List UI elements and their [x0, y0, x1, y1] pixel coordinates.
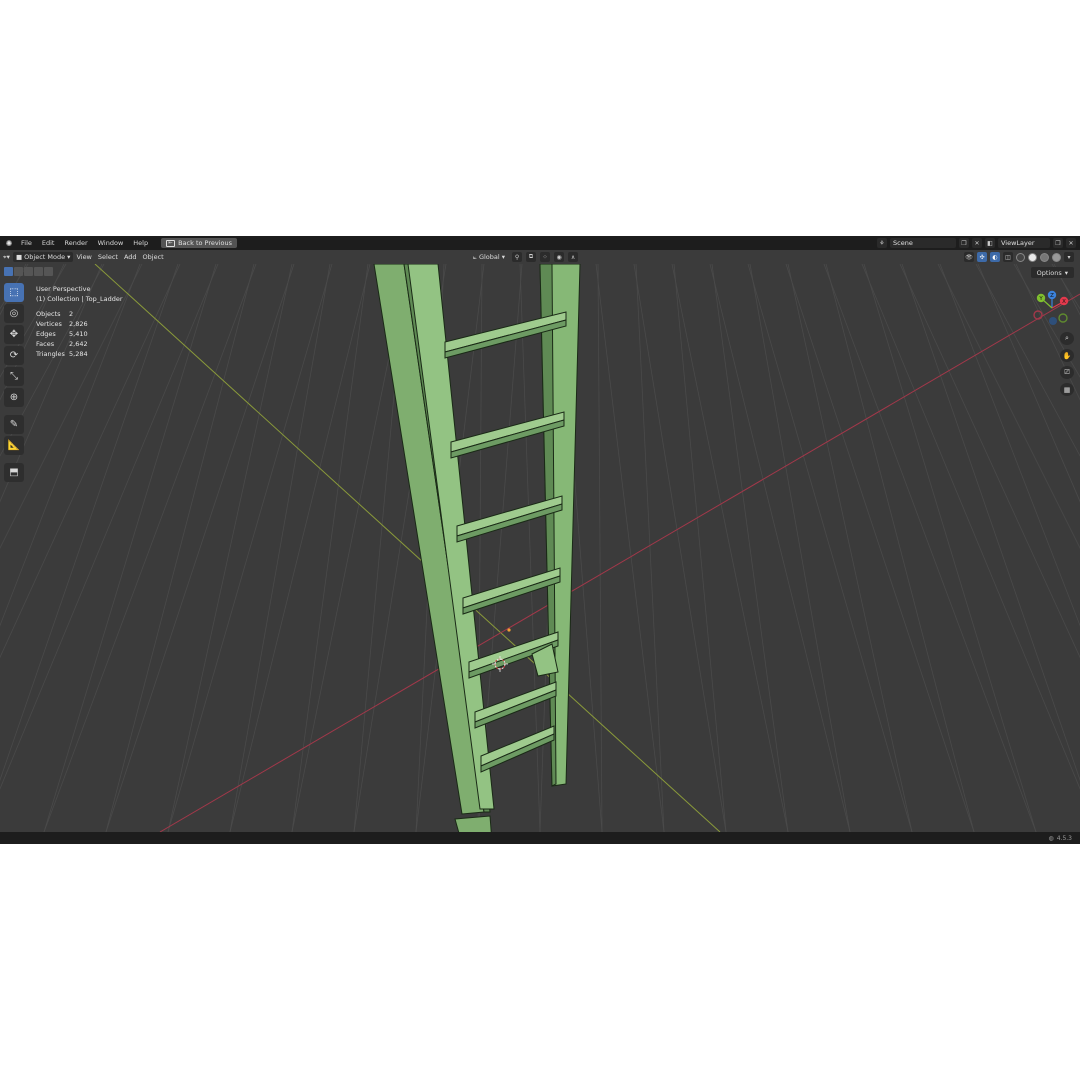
tool-shelf: ⬚ ◎ ✥ ⟳ ⤡ ⊕ ✎ 📐 ⬒	[4, 283, 26, 482]
gizmo-x-label: X	[1062, 299, 1066, 305]
scene-browse-icon[interactable]: ⚘	[877, 238, 887, 248]
zoom-icon[interactable]: ⌕	[1060, 332, 1074, 345]
delete-scene-icon[interactable]: ✕	[972, 238, 982, 248]
select-new-icon[interactable]	[4, 267, 13, 276]
perspective-toggle-icon[interactable]: ▦	[1060, 383, 1074, 396]
chevron-down-icon: ▾	[65, 253, 71, 261]
visibility-icon[interactable]: 👁	[964, 252, 974, 262]
rotate-tool-icon[interactable]: ⟳	[4, 346, 24, 365]
rendered-shading-icon[interactable]	[1052, 252, 1061, 262]
stat-edges: Edges 5,410	[36, 330, 88, 338]
top-menu-bar: ✺ File Edit Render Window Help ⇤ Back to…	[0, 236, 1080, 250]
falloff-icon[interactable]: ∧	[568, 252, 579, 262]
menu-add[interactable]: Add	[121, 252, 140, 262]
menu-select[interactable]: Select	[95, 252, 121, 262]
select-subtract-icon[interactable]	[24, 267, 33, 276]
object-origin-icon	[507, 628, 511, 632]
scene-name-field[interactable]: Scene	[890, 238, 956, 248]
viewport-3d[interactable]	[0, 264, 1080, 832]
gizmo-neg-y-icon[interactable]	[1058, 313, 1068, 323]
xray-toggle-icon[interactable]: ◫	[1003, 252, 1013, 262]
blender-window: ✺ File Edit Render Window Help ⇤ Back to…	[0, 236, 1080, 844]
scene-statistics: Objects 2 Vertices 2,826 Edges 5,410 Faces 2…	[36, 309, 123, 359]
select-invert-icon[interactable]	[34, 267, 43, 276]
orientation-label: Global	[478, 253, 500, 261]
move-tool-icon[interactable]: ✥	[4, 325, 24, 344]
menu-edit[interactable]: Edit	[37, 239, 60, 247]
new-view-layer-icon[interactable]: ❐	[1053, 238, 1063, 248]
ladder-foot	[454, 815, 492, 832]
gizmo-neg-z-icon[interactable]	[1049, 317, 1057, 325]
editor-type-icon[interactable]: ⌖▾	[0, 252, 13, 262]
pan-hand-icon[interactable]: ✋	[1060, 349, 1074, 362]
select-mode-buttons	[4, 267, 53, 276]
gizmo-z-label: Z	[1050, 293, 1054, 299]
screen-back-icon: ⇤	[166, 239, 176, 247]
transform-controls: ⟀ Global ▾ ⚲ ⧉ ⁘ ◉ ∧	[470, 252, 579, 262]
scene-controls: ⚘ Scene ❐ ✕ ◧ ViewLayer ❐ ✕	[877, 238, 1076, 248]
add-cube-tool-icon[interactable]: ⬒	[4, 463, 24, 482]
viewport-background	[0, 264, 1080, 832]
viewport-header: ⌖▾ ■ Object Mode ▾ View Select Add Objec…	[0, 250, 1080, 264]
status-bar: ◍ 4.5.3	[0, 832, 1080, 844]
proportional-edit-icon[interactable]: ◉	[554, 252, 565, 262]
stat-vertices: Vertices 2,826	[36, 320, 88, 328]
navigation-gizmo[interactable]: Z X Y	[1032, 288, 1070, 328]
view-layer-browse-icon[interactable]: ◧	[985, 238, 995, 248]
gizmo-toggle-icon[interactable]: ✣	[977, 252, 987, 262]
chevron-down-icon: ▾	[1064, 268, 1068, 277]
version-info: ◍ 4.5.3	[1048, 835, 1072, 842]
camera-view-icon[interactable]: ⎚	[1060, 366, 1074, 379]
stat-triangles: Triangles 5,284	[36, 350, 88, 358]
menu-window[interactable]: Window	[93, 239, 129, 247]
viewport-display-controls: 👁 ✣ ◐ ◫ ▾	[964, 252, 1074, 262]
perspective-label: User Perspective	[36, 285, 91, 293]
gizmo-y-label: Y	[1038, 296, 1043, 302]
transform-tool-icon[interactable]: ⊕	[4, 388, 24, 407]
object-mode-dropdown[interactable]: ■ Object Mode ▾	[12, 252, 74, 262]
scale-tool-icon[interactable]: ⤡	[4, 367, 24, 386]
back-to-previous-button[interactable]: ⇤ Back to Previous	[161, 238, 238, 248]
object-mode-label: Object Mode	[24, 253, 66, 261]
back-to-previous-label: Back to Previous	[178, 239, 233, 247]
solid-shading-icon[interactable]	[1028, 252, 1037, 262]
pivot-point-icon[interactable]: ⚲	[512, 252, 523, 262]
select-intersect-icon[interactable]	[44, 267, 53, 276]
measure-tool-icon[interactable]: 📐	[4, 436, 24, 455]
scene-name: Scene	[893, 239, 913, 247]
menu-view[interactable]: View	[73, 252, 94, 262]
stat-objects: Objects 2	[36, 310, 74, 318]
options-label: Options	[1036, 268, 1062, 277]
menu-help[interactable]: Help	[128, 239, 153, 247]
globe-icon: ◍	[1048, 834, 1054, 842]
wireframe-shading-icon[interactable]	[1016, 252, 1025, 262]
options-dropdown[interactable]: Options ▾	[1030, 267, 1074, 278]
snap-toggle-icon[interactable]: ⧉	[526, 252, 537, 262]
view-layer-name: ViewLayer	[1001, 239, 1035, 247]
shading-options-chevron-icon[interactable]: ▾	[1064, 252, 1074, 262]
new-scene-icon[interactable]: ❐	[959, 238, 969, 248]
menu-render[interactable]: Render	[59, 239, 92, 247]
version-label: 4.5.3	[1056, 834, 1072, 842]
navigation-buttons: ⌕ ✋ ⎚ ▦	[1060, 332, 1074, 396]
menu-file[interactable]: File	[16, 239, 37, 247]
annotate-tool-icon[interactable]: ✎	[4, 415, 24, 434]
select-box-tool-icon[interactable]: ⬚	[4, 283, 24, 302]
snap-target-icon[interactable]: ⁘	[540, 252, 551, 262]
collection-label: (1) Collection | Top_Ladder	[36, 295, 123, 303]
stat-faces: Faces 2,642	[36, 340, 88, 348]
view-layer-field[interactable]: ViewLayer	[998, 238, 1050, 248]
blender-logo-icon[interactable]: ✺	[2, 236, 16, 250]
viewport-text-overlay: User Perspective (1) Collection | Top_La…	[36, 284, 123, 359]
orientation-dropdown[interactable]: ⟀ Global ▾	[470, 252, 508, 262]
overlays-toggle-icon[interactable]: ◐	[990, 252, 1000, 262]
delete-view-layer-icon[interactable]: ✕	[1066, 238, 1076, 248]
chevron-down-icon: ▾	[499, 253, 506, 261]
cursor-tool-icon[interactable]: ◎	[4, 304, 24, 323]
menu-object[interactable]: Object	[140, 252, 167, 262]
gizmo-neg-x-icon[interactable]	[1033, 310, 1043, 320]
material-shading-icon[interactable]	[1040, 252, 1049, 262]
object-mode-icon: ■	[15, 253, 25, 261]
select-extend-icon[interactable]	[14, 267, 23, 276]
